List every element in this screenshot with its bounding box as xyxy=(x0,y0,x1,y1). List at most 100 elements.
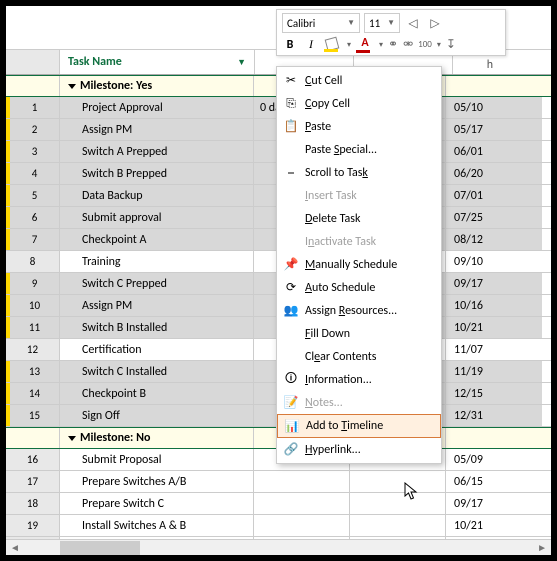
menu-hyperlink[interactable]: 🔗Hyperlink... xyxy=(277,438,441,461)
row-number[interactable]: 3 xyxy=(6,141,60,162)
link-icon[interactable]: ⚭ xyxy=(388,37,398,52)
date-cell[interactable]: 12/15 xyxy=(446,383,542,404)
people-icon: 👥 xyxy=(283,303,299,318)
row-number[interactable]: 17 xyxy=(6,471,60,492)
task-cell[interactable]: Switch B Prepped xyxy=(60,163,254,184)
task-name-header[interactable]: Task Name▼ xyxy=(60,50,254,74)
date-cell[interactable]: 11/07 xyxy=(446,339,542,360)
task-cell[interactable]: Install Switches A & B xyxy=(60,515,254,536)
date-cell[interactable]: 05/10 xyxy=(446,97,542,118)
row-number[interactable]: 2 xyxy=(6,119,60,140)
row-number[interactable]: 15 xyxy=(6,405,60,426)
date-cell[interactable]: 06/15 xyxy=(446,471,542,492)
font-name-select[interactable]: Calibri▼ xyxy=(282,13,360,33)
menu-notes: 📝Notes... xyxy=(277,391,441,414)
table-row[interactable]: 17Prepare Switches A/B 06/15 xyxy=(6,471,551,493)
date-cell[interactable]: 06/01 xyxy=(446,141,542,162)
date-cell[interactable]: 09/10 xyxy=(446,251,542,272)
row-number[interactable]: 9 xyxy=(6,273,60,294)
menu-information[interactable]: 🛈Information... xyxy=(277,368,441,391)
date-cell[interactable]: 05/17 xyxy=(446,119,542,140)
indent-icon[interactable]: ▷ xyxy=(426,14,444,32)
menu-paste[interactable]: 📋Paste xyxy=(277,115,441,138)
task-cell[interactable]: Training xyxy=(60,251,254,272)
menu-fill-down[interactable]: Fill Down xyxy=(277,322,441,345)
menu-clear-contents[interactable]: Clear Contents xyxy=(277,345,441,368)
percent-icon[interactable]: 100 xyxy=(418,39,432,50)
mini-toolbar: Calibri▼ 11▼ ◁ ▷ h B I ▾ A ▾ ⚭ ⚮ 100 ▾ ↧ xyxy=(276,9,506,56)
task-cell[interactable]: Checkpoint A xyxy=(60,229,254,250)
date-cell[interactable]: 06/20 xyxy=(446,163,542,184)
menu-paste-special[interactable]: Paste Special... xyxy=(277,138,441,161)
outdent-icon[interactable]: ◁ xyxy=(404,14,422,32)
row-number[interactable]: 6 xyxy=(6,207,60,228)
date-cell[interactable]: 05/09 xyxy=(446,449,542,470)
bold-button[interactable]: B xyxy=(282,38,298,52)
task-cell[interactable]: Prepare Switch C xyxy=(60,493,254,514)
scroll-icon[interactable]: ↧ xyxy=(446,37,456,52)
task-cell[interactable]: Switch C Prepped xyxy=(60,273,254,294)
task-cell[interactable]: Switch C Installed xyxy=(60,361,254,382)
paste-icon: 📋 xyxy=(283,119,299,134)
menu-delete-task[interactable]: Delete Task xyxy=(277,207,441,230)
task-cell[interactable]: Checkpoint B xyxy=(60,383,254,404)
menu-add-to-timeline[interactable]: 📊Add to Timeline xyxy=(277,414,441,438)
task-cell[interactable]: Submit Proposal xyxy=(60,449,254,470)
task-cell[interactable]: Sign Off xyxy=(60,405,254,426)
row-number[interactable]: 12 xyxy=(6,339,60,360)
table-row[interactable]: 18Prepare Switch C 09/17 xyxy=(6,493,551,515)
italic-button[interactable]: I xyxy=(303,37,319,52)
date-cell[interactable]: 07/25 xyxy=(446,207,542,228)
fill-color-button[interactable] xyxy=(324,38,342,52)
row-number[interactable]: 11 xyxy=(6,317,60,338)
date-cell[interactable]: 12/31 xyxy=(446,405,542,426)
menu-assign-resources[interactable]: 👥Assign Resources... xyxy=(277,299,441,322)
date-cell[interactable]: 10/16 xyxy=(446,295,542,316)
table-row[interactable]: 19Install Switches A & B 10/21 xyxy=(6,515,551,537)
menu-auto-schedule[interactable]: ⟳Auto Schedule xyxy=(277,276,441,299)
row-number[interactable]: 10 xyxy=(6,295,60,316)
row-number[interactable]: 4 xyxy=(6,163,60,184)
date-cell[interactable]: 08/12 xyxy=(446,229,542,250)
task-cell[interactable]: Submit approval xyxy=(60,207,254,228)
task-cell[interactable]: Prepare Switches A/B xyxy=(60,471,254,492)
menu-inactivate-task: Inactivate Task xyxy=(277,230,441,253)
row-number[interactable]: 1 xyxy=(6,97,60,118)
task-cell[interactable]: Switch A Prepped xyxy=(60,141,254,162)
date-cell[interactable]: 10/21 xyxy=(446,515,542,536)
task-cell[interactable]: Project Approval xyxy=(60,97,254,118)
timeline-icon: 📊 xyxy=(284,419,300,434)
row-number[interactable]: 13 xyxy=(6,361,60,382)
menu-insert-task: Insert Task xyxy=(277,184,441,207)
unlink-icon[interactable]: ⚮ xyxy=(403,37,413,52)
scroll-icon: ⎯ xyxy=(283,166,299,180)
context-menu: ✂Cut Cell ⎘Copy Cell 📋Paste Paste Specia… xyxy=(276,66,442,464)
date-cell[interactable]: 09/17 xyxy=(446,493,542,514)
row-number[interactable]: 19 xyxy=(6,515,60,536)
menu-copy[interactable]: ⎘Copy Cell xyxy=(277,92,441,115)
font-size-select[interactable]: 11▼ xyxy=(364,13,400,33)
row-number[interactable]: 16 xyxy=(6,449,60,470)
date-cell[interactable]: 10/21 xyxy=(446,317,542,338)
task-cell[interactable]: Assign PM xyxy=(60,295,254,316)
copy-icon: ⎘ xyxy=(283,97,299,111)
menu-manually-schedule[interactable]: 📌Manually Schedule xyxy=(277,253,441,276)
date-cell[interactable]: 07/01 xyxy=(446,185,542,206)
hyperlink-icon: 🔗 xyxy=(283,442,299,457)
font-color-button[interactable]: A xyxy=(356,38,374,52)
row-number[interactable]: 14 xyxy=(6,383,60,404)
menu-cut[interactable]: ✂Cut Cell xyxy=(277,69,441,92)
task-cell[interactable]: Data Backup xyxy=(60,185,254,206)
task-cell[interactable]: Assign PM xyxy=(60,119,254,140)
row-number[interactable]: 8 xyxy=(6,251,60,272)
row-number[interactable]: 18 xyxy=(6,493,60,514)
task-cell[interactable]: Certification xyxy=(60,339,254,360)
menu-scroll-to-task[interactable]: ⎯Scroll to Task xyxy=(277,161,441,184)
date-cell[interactable]: 09/17 xyxy=(446,273,542,294)
task-cell[interactable]: Switch B Installed xyxy=(60,317,254,338)
auto-icon: ⟳ xyxy=(283,280,299,295)
horizontal-scrollbar[interactable]: ◄ ► xyxy=(6,539,551,555)
row-number[interactable]: 7 xyxy=(6,229,60,250)
row-number[interactable]: 5 xyxy=(6,185,60,206)
date-cell[interactable]: 11/19 xyxy=(446,361,542,382)
